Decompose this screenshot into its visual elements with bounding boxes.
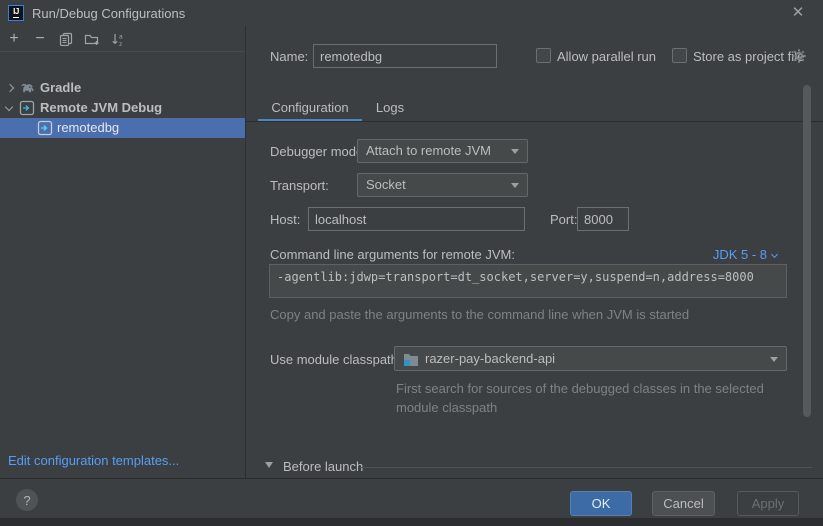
- sort-configurations-button[interactable]: a z: [108, 29, 128, 49]
- help-button[interactable]: ?: [16, 489, 38, 511]
- module-folder-icon: [403, 352, 419, 366]
- vertical-scrollbar[interactable]: [803, 85, 811, 417]
- dropdown-arrow-icon: [511, 183, 519, 188]
- cmdline-label: Command line arguments for remote JVM:: [270, 247, 515, 262]
- host-label: Host:: [270, 212, 300, 227]
- port-label: Port:: [550, 212, 577, 227]
- new-folder-button[interactable]: [82, 29, 102, 49]
- cmdline-arguments-value: -agentlib:jdwp=transport=dt_socket,serve…: [277, 270, 754, 284]
- dropdown-arrow-icon: [770, 357, 778, 362]
- classpath-hint: First search for sources of the debugged…: [396, 380, 774, 417]
- cancel-button[interactable]: Cancel: [652, 491, 715, 516]
- before-launch-label: Before launch: [283, 459, 363, 474]
- sidebar-divider: [245, 26, 246, 478]
- chevron-down-icon[interactable]: [5, 103, 13, 111]
- before-launch-expand-icon[interactable]: [265, 462, 273, 468]
- add-configuration-button[interactable]: +: [4, 29, 24, 49]
- intellij-logo-icon: IJ: [8, 5, 24, 21]
- transport-label: Transport:: [270, 178, 329, 193]
- chevron-down-icon: [771, 251, 778, 258]
- chevron-right-icon[interactable]: [6, 84, 14, 92]
- transport-select[interactable]: Socket: [357, 173, 528, 197]
- jdk-version-link[interactable]: JDK 5 - 8: [713, 247, 777, 262]
- run-debug-configurations-dialog: IJ Run/Debug Configurations ✕ + −: [0, 0, 823, 526]
- separator: [245, 121, 823, 122]
- classpath-label: Use module classpath:: [270, 352, 402, 367]
- remove-configuration-button[interactable]: −: [30, 29, 50, 49]
- sidebar-item-remotedbg[interactable]: remotedbg: [0, 118, 245, 138]
- name-input[interactable]: [313, 44, 497, 68]
- ok-button[interactable]: OK: [570, 491, 632, 516]
- dialog-footer: ? OK Cancel Apply: [0, 478, 823, 518]
- apply-button[interactable]: Apply: [737, 491, 799, 516]
- edit-configuration-templates-link[interactable]: Edit configuration templates...: [8, 453, 179, 468]
- remote-debug-icon: [37, 120, 53, 136]
- sidebar-item-remote-jvm-debug[interactable]: Remote JVM Debug: [0, 98, 245, 118]
- window-edge: [0, 518, 823, 526]
- debugger-mode-label: Debugger mode:: [270, 144, 367, 159]
- name-label: Name:: [270, 49, 308, 64]
- copy-configuration-button[interactable]: [56, 29, 76, 49]
- gradle-icon: [19, 81, 35, 97]
- allow-parallel-run-checkbox[interactable]: [536, 48, 551, 63]
- cmdline-hint: Copy and paste the arguments to the comm…: [270, 307, 689, 322]
- module-classpath-select[interactable]: razer-pay-backend-api: [394, 346, 787, 371]
- copy-icon: [59, 32, 73, 46]
- debugger-mode-select[interactable]: Attach to remote JVM: [357, 139, 528, 163]
- gear-icon[interactable]: [791, 48, 807, 64]
- port-input[interactable]: [577, 207, 629, 231]
- title-bar: IJ Run/Debug Configurations ✕: [0, 0, 823, 26]
- new-folder-icon: [84, 32, 100, 46]
- separator: [360, 467, 812, 468]
- store-as-project-file-label: Store as project file: [693, 49, 804, 64]
- tab-logs[interactable]: Logs: [366, 96, 414, 120]
- sidebar-item-gradle[interactable]: Gradle: [0, 78, 245, 98]
- allow-parallel-run-label: Allow parallel run: [557, 49, 656, 64]
- remote-debug-icon: [19, 100, 35, 116]
- dropdown-arrow-icon: [511, 149, 519, 154]
- store-as-project-file-checkbox[interactable]: [672, 48, 687, 63]
- configurations-sidebar: + − a: [0, 26, 245, 478]
- sidebar-toolbar: + − a: [0, 26, 245, 52]
- window-title: Run/Debug Configurations: [32, 6, 185, 21]
- cmdline-arguments-field[interactable]: -agentlib:jdwp=transport=dt_socket,serve…: [269, 264, 787, 298]
- host-input[interactable]: [308, 207, 525, 231]
- close-icon[interactable]: ✕: [789, 4, 807, 22]
- svg-text:a: a: [119, 33, 123, 40]
- svg-text:z: z: [119, 41, 122, 47]
- tab-configuration[interactable]: Configuration: [258, 96, 362, 120]
- sort-az-icon: a z: [111, 32, 126, 47]
